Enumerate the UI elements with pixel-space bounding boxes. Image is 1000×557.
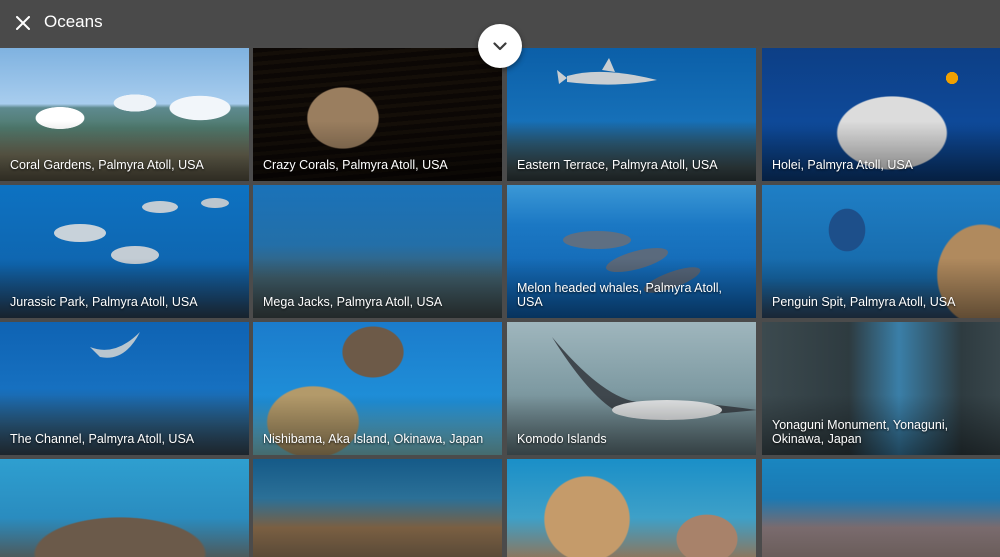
tile-caption: Mega Jacks, Palmyra Atoll, USA [263,295,443,309]
gallery-tile[interactable]: Nishibama, Aka Island, Okinawa, Japan [253,322,502,455]
caption-shade [253,258,502,318]
gallery-grid: Coral Gardens, Palmyra Atoll, USA Crazy … [0,0,1000,557]
tile-caption: Yonaguni Monument, Yonaguni, Okinawa, Ja… [772,418,949,446]
gallery-tile[interactable] [0,459,249,557]
gallery-tile[interactable]: Melon headed whales, Palmyra Atoll, USA [507,185,756,318]
tile-caption: Eastern Terrace, Palmyra Atoll, USA [517,158,718,172]
tile-caption: Penguin Spit, Palmyra Atoll, USA [772,295,956,309]
page-title: Oceans [44,12,103,31]
tile-caption: Jurassic Park, Palmyra Atoll, USA [10,295,198,309]
gallery-tile[interactable] [507,459,756,557]
gallery-tile[interactable]: The Channel, Palmyra Atoll, USA [0,322,249,455]
gallery-tile[interactable]: Yonaguni Monument, Yonaguni, Okinawa, Ja… [762,322,1000,455]
tile-caption: Komodo Islands [517,432,607,446]
tile-caption: Coral Gardens, Palmyra Atoll, USA [10,158,204,172]
caption-shade [253,121,502,181]
caption-shade [762,121,1000,181]
caption-shade [253,395,502,455]
gallery-tile[interactable]: Mega Jacks, Palmyra Atoll, USA [253,185,502,318]
tile-caption: Holei, Palmyra Atoll, USA [772,158,914,172]
tile-caption: The Channel, Palmyra Atoll, USA [10,432,195,446]
caption-shade [0,258,249,318]
gallery-tile[interactable] [762,459,1000,557]
gallery-tile[interactable]: Crazy Corals, Palmyra Atoll, USA [253,48,502,181]
caption-shade [762,258,1000,318]
close-icon [16,16,30,30]
gallery-tile[interactable] [253,459,502,557]
tile-caption: Crazy Corals, Palmyra Atoll, USA [263,158,448,172]
caption-shade [0,121,249,181]
gallery-tile[interactable]: Komodo Islands [507,322,756,455]
gallery-tile[interactable]: Eastern Terrace, Palmyra Atoll, USA [507,48,756,181]
caption-shade [507,121,756,181]
gallery-tile[interactable]: Penguin Spit, Palmyra Atoll, USA [762,185,1000,318]
caption-shade [507,395,756,455]
chevron-down-icon [493,41,507,50]
gallery-tile[interactable]: Jurassic Park, Palmyra Atoll, USA [0,185,249,318]
expand-button[interactable] [478,24,522,68]
caption-shade [0,395,249,455]
gallery-tile[interactable]: Coral Gardens, Palmyra Atoll, USA [0,48,249,181]
gallery-tile[interactable]: Holei, Palmyra Atoll, USA [762,48,1000,181]
close-button[interactable] [10,10,36,36]
tile-caption: Nishibama, Aka Island, Okinawa, Japan [263,432,484,446]
tile-caption: Melon headed whales, Palmyra Atoll, USA [517,281,722,309]
